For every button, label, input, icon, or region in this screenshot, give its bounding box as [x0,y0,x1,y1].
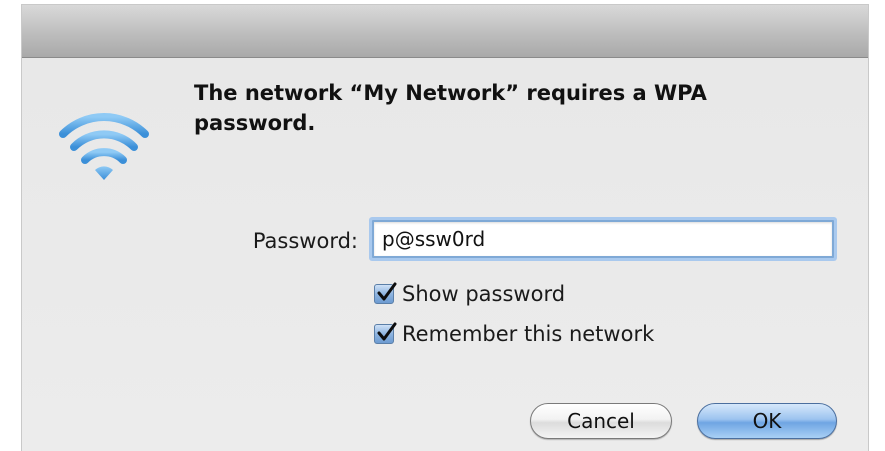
cancel-button[interactable]: Cancel [530,403,672,439]
checkmark-icon [377,282,397,301]
show-password-label[interactable]: Show password [402,282,565,306]
remember-network-label[interactable]: Remember this network [402,322,654,346]
dialog-message: The network “My Network” requires a WPA … [194,81,707,135]
wifi-icon [58,110,150,182]
dialog-content: The network “My Network” requires a WPA … [22,58,868,451]
remember-network-checkbox[interactable] [374,322,397,344]
stage: The network “My Network” requires a WPA … [0,0,885,451]
checkmark-icon [377,322,397,341]
wifi-password-dialog: The network “My Network” requires a WPA … [22,5,868,451]
remember-network-row[interactable]: Remember this network [374,320,654,348]
ok-button[interactable]: OK [697,403,837,439]
show-password-row[interactable]: Show password [374,280,565,308]
title-bar [22,5,868,58]
password-input[interactable] [372,220,834,258]
show-password-checkbox[interactable] [374,282,397,304]
password-label: Password: [252,229,358,253]
